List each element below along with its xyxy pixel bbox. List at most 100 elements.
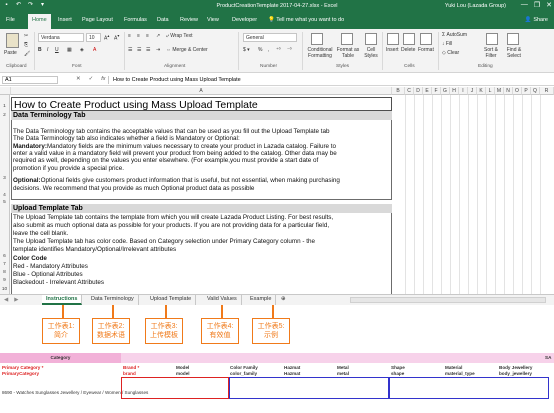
row-header[interactable]: 10: [0, 285, 10, 294]
section-header-data-terminology[interactable]: Data Terminology Tab: [11, 111, 392, 120]
column-header[interactable]: J: [468, 87, 477, 95]
name-box[interactable]: A1: [2, 76, 58, 84]
find-select-icon[interactable]: [507, 33, 519, 45]
fill-button[interactable]: ↓ Fill: [442, 41, 452, 47]
fill-color-icon[interactable]: ◈: [80, 47, 84, 53]
shrink-font-icon[interactable]: A▾: [114, 33, 119, 42]
row-header[interactable]: 1: [0, 95, 10, 111]
indent-icon[interactable]: ⇥: [156, 47, 160, 53]
format-as-table-button[interactable]: Format as Table: [336, 47, 360, 59]
increase-decimal-icon[interactable]: ⁺⁰: [276, 47, 281, 53]
number-format-select[interactable]: General: [243, 33, 297, 42]
sort-filter-button[interactable]: Sort & Filter: [480, 47, 502, 59]
find-select-button[interactable]: Find & Select: [502, 47, 526, 59]
font-size-select[interactable]: 10: [86, 33, 101, 42]
clipboard-icon[interactable]: [6, 33, 19, 48]
insert-button[interactable]: Insert: [386, 47, 399, 53]
row-header[interactable]: 2: [0, 111, 10, 120]
borders-icon[interactable]: ▦: [67, 47, 72, 53]
tell-me-box[interactable]: 💡 Tell me what you want to do: [268, 17, 344, 23]
row-header[interactable]: 8: [0, 269, 10, 277]
enter-icon[interactable]: ✓: [89, 76, 94, 82]
column-header[interactable]: I: [459, 87, 468, 95]
sheet-tab-upload-template[interactable]: Upload Template: [146, 295, 197, 305]
column-header[interactable]: R: [540, 87, 554, 95]
align-center-icon[interactable]: ☰: [137, 47, 141, 53]
tab-data[interactable]: Data: [157, 17, 169, 23]
column-header[interactable]: A: [11, 87, 392, 95]
column-header[interactable]: H: [450, 87, 459, 95]
restore-button[interactable]: ❐: [534, 1, 540, 9]
column-header[interactable]: K: [477, 87, 486, 95]
format-as-table-icon[interactable]: [341, 33, 353, 45]
column-header[interactable]: G: [441, 87, 450, 95]
row-header[interactable]: 7: [0, 261, 10, 269]
user-name[interactable]: Yuki Lou (Lazada Group): [445, 3, 506, 9]
horizontal-scrollbar[interactable]: [350, 297, 546, 303]
sheet-tab-example[interactable]: Example: [246, 295, 277, 305]
tab-page-layout[interactable]: Page Layout: [82, 17, 113, 23]
copy-icon[interactable]: ⎘: [24, 42, 28, 48]
sheet-tab-instructions[interactable]: Instructions: [42, 295, 83, 305]
format-cells-icon[interactable]: [420, 33, 432, 45]
column-header[interactable]: N: [504, 87, 513, 95]
tab-formulas[interactable]: Formulas: [124, 17, 147, 23]
column-header[interactable]: D: [414, 87, 423, 95]
cell-styles-icon[interactable]: [365, 33, 377, 45]
column-header[interactable]: C: [405, 87, 414, 95]
delete-cells-icon[interactable]: [403, 33, 415, 45]
row-header[interactable]: 3: [0, 120, 10, 184]
column-header[interactable]: E: [423, 87, 432, 95]
decrease-decimal-icon[interactable]: ⁻⁰: [287, 47, 292, 53]
currency-icon[interactable]: $ ▾: [243, 47, 250, 53]
bold-button[interactable]: B: [38, 47, 42, 53]
scroll-left-icon[interactable]: ◀: [4, 297, 8, 303]
format-button[interactable]: Format: [418, 47, 434, 53]
row-header[interactable]: 9: [0, 277, 10, 285]
grow-font-icon[interactable]: A▴: [104, 33, 109, 42]
add-sheet-icon[interactable]: ⊕: [277, 295, 290, 305]
column-header[interactable]: Q: [531, 87, 540, 95]
align-left-icon[interactable]: ☰: [128, 47, 132, 53]
underline-button[interactable]: U: [55, 47, 59, 53]
share-button[interactable]: 👤 Share: [525, 17, 548, 23]
column-header[interactable]: O: [513, 87, 522, 95]
row-header[interactable]: 5: [0, 199, 10, 207]
example-row[interactable]: 8690 - Watches Sunglasses Jewellery / Ey…: [2, 390, 148, 395]
section-header-upload-template[interactable]: Upload Template Tab: [11, 204, 392, 213]
delete-button[interactable]: Delete: [401, 47, 415, 53]
worksheet-grid[interactable]: A B C D E F G H I J K L M N O P Q R 1 2 …: [0, 87, 554, 294]
column-header[interactable]: F: [432, 87, 441, 95]
row-header[interactable]: 6: [0, 207, 10, 261]
sheet-title-cell[interactable]: How to Create Product using Mass Upload …: [11, 97, 392, 111]
autosum-button[interactable]: Σ AutoSum: [442, 32, 467, 38]
insert-function-icon[interactable]: fx: [101, 76, 105, 82]
row-header[interactable]: 4: [0, 184, 10, 199]
column-header[interactable]: M: [495, 87, 504, 95]
sort-filter-icon[interactable]: [486, 33, 498, 45]
comma-icon[interactable]: ,: [268, 47, 269, 53]
tab-home[interactable]: Home: [28, 14, 51, 29]
font-color-icon[interactable]: A: [93, 47, 96, 53]
scroll-right-icon[interactable]: ▶: [14, 297, 18, 303]
align-top-icon[interactable]: ≡: [128, 33, 131, 39]
font-name-select[interactable]: Verdana: [38, 33, 84, 42]
column-header[interactable]: P: [522, 87, 531, 95]
insert-cells-icon[interactable]: [387, 33, 399, 45]
sheet-tab-valid-values[interactable]: Valid Values: [203, 295, 242, 305]
align-bottom-icon[interactable]: ≡: [146, 33, 149, 39]
column-header[interactable]: B: [392, 87, 405, 95]
tab-view[interactable]: View: [207, 17, 219, 23]
clear-button[interactable]: ◇ Clear: [442, 50, 459, 56]
select-all-corner[interactable]: [0, 87, 11, 95]
align-right-icon[interactable]: ☰: [146, 47, 150, 53]
italic-button[interactable]: I: [47, 47, 48, 53]
conditional-formatting-icon[interactable]: [311, 33, 323, 45]
wrap-text-button[interactable]: ⤶ Wrap Text: [166, 33, 193, 39]
tab-insert[interactable]: Insert: [58, 17, 72, 23]
format-painter-icon[interactable]: 🖌: [24, 51, 30, 57]
column-header[interactable]: L: [486, 87, 495, 95]
cancel-icon[interactable]: ✕: [76, 76, 81, 82]
merge-center-button[interactable]: ⇔ Merge & Center: [166, 47, 208, 53]
tab-developer[interactable]: Developer: [232, 17, 257, 23]
